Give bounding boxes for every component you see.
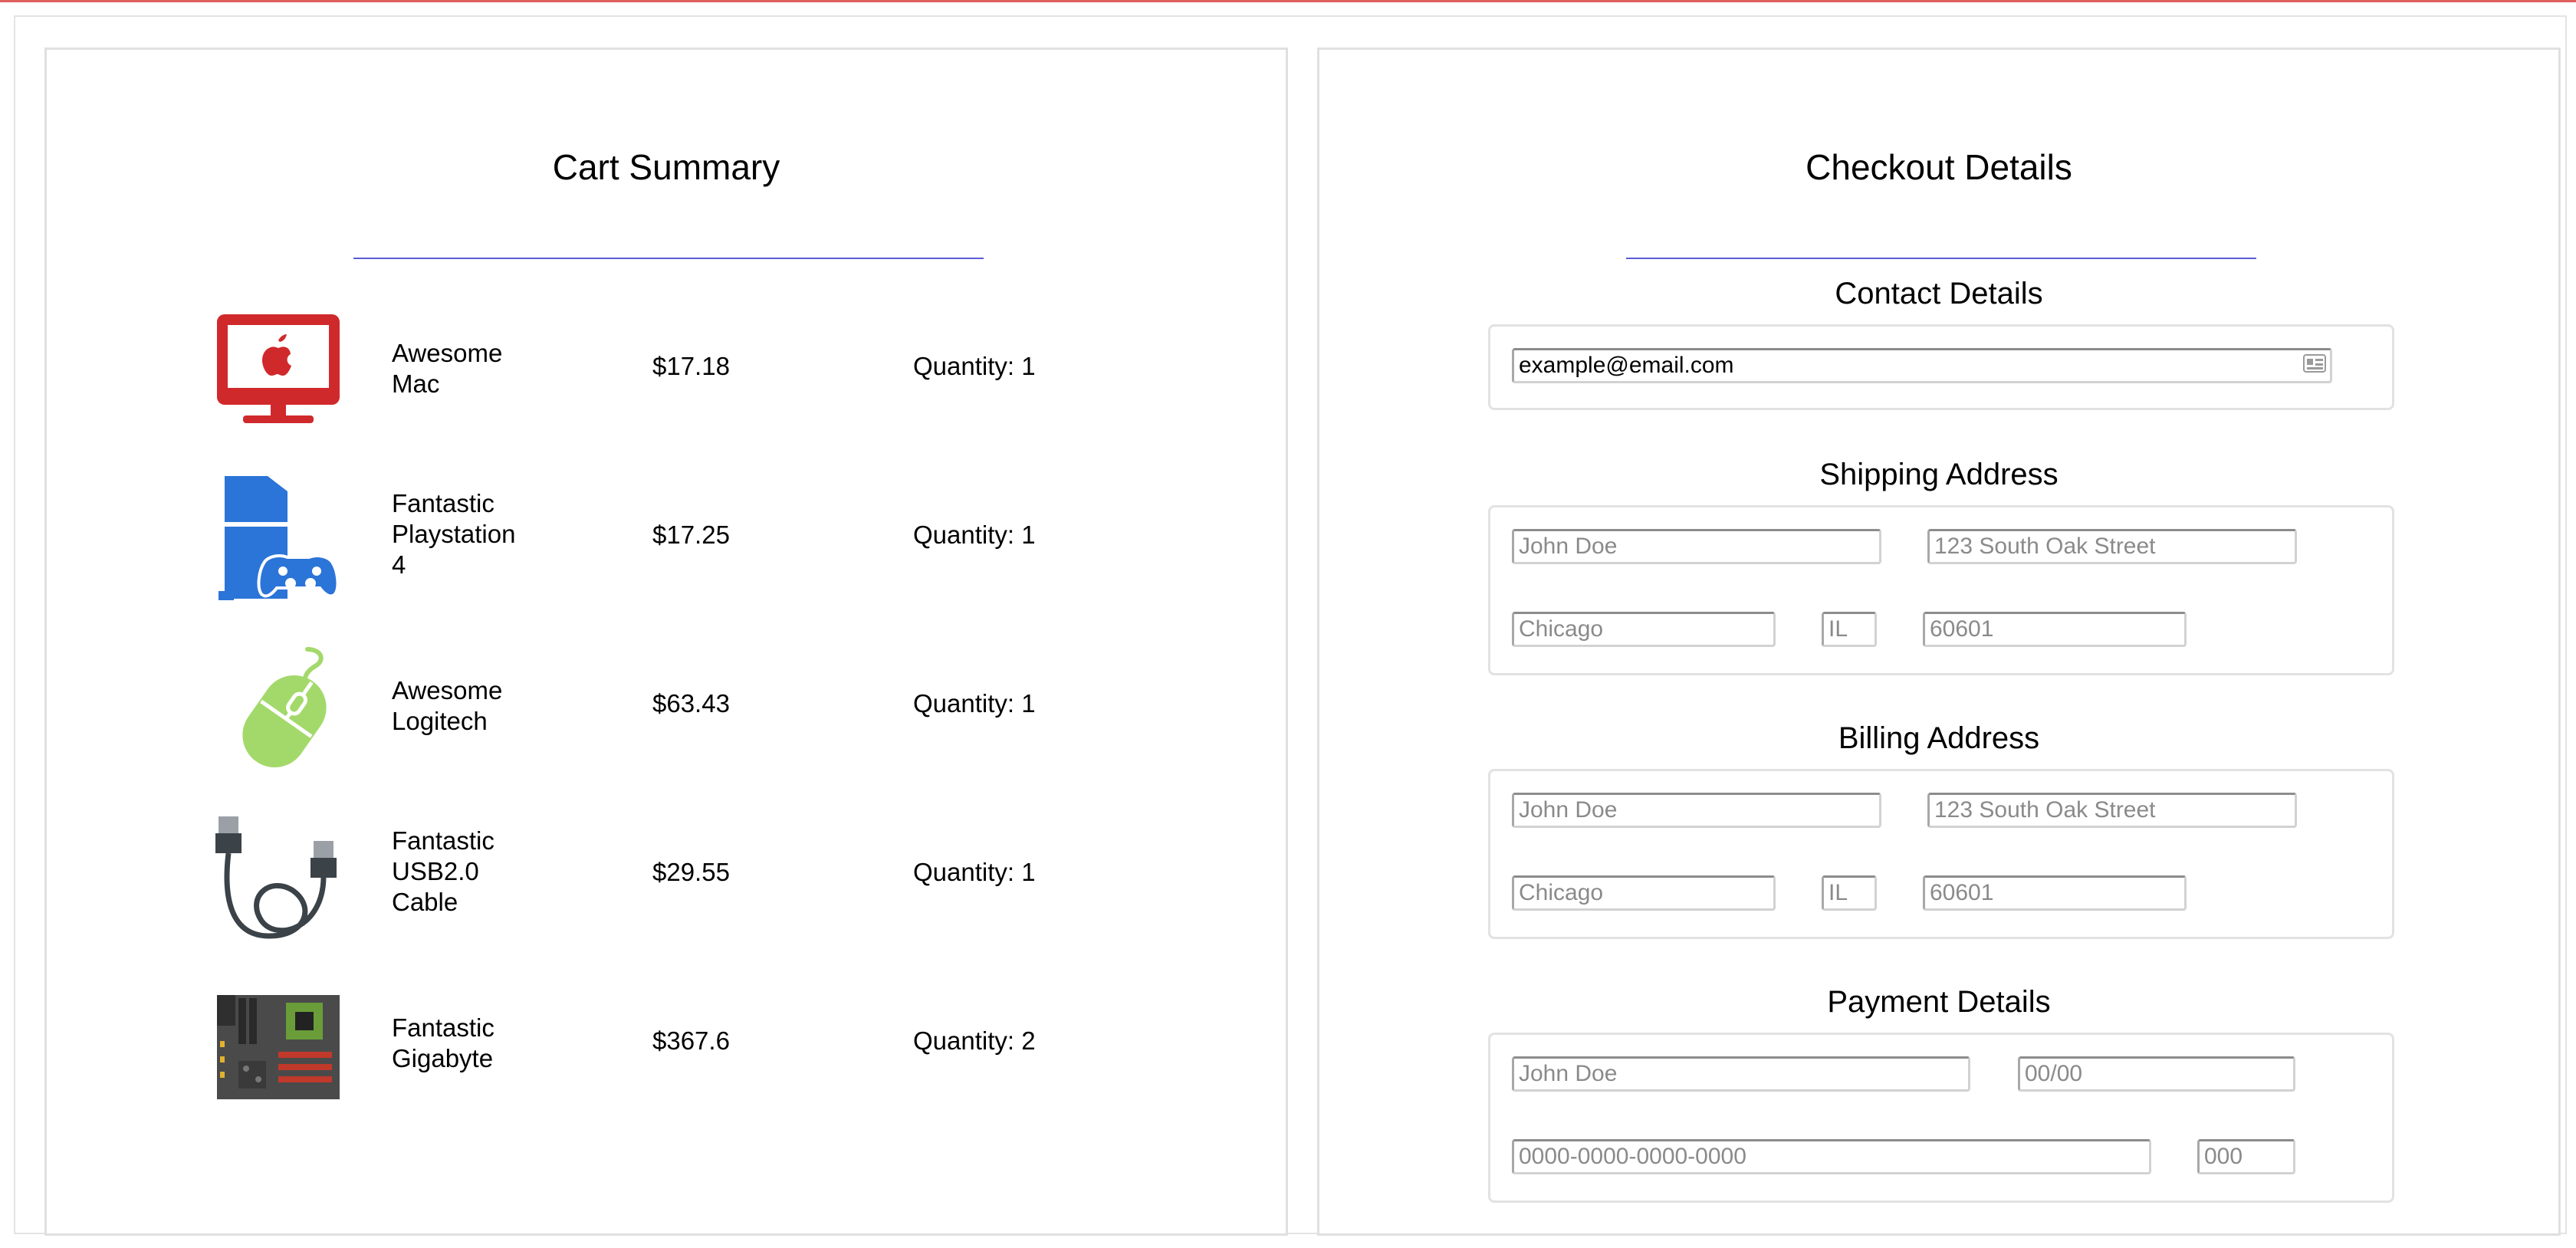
billing-street-field[interactable] — [1927, 793, 2297, 828]
shipping-city-field[interactable] — [1512, 612, 1776, 647]
item-price: $367.6 — [652, 1026, 730, 1055]
cart-summary-panel: Cart Summary Awesome Mac $17.18 Quantity:… — [44, 48, 1288, 1236]
cart-item: Awesome Mac $17.18 Quantity: 1 — [215, 307, 1135, 445]
billing-name-field[interactable] — [1512, 793, 1881, 828]
item-name: Fantastic Playstation 4 — [392, 489, 516, 579]
item-name: Awesome Logitech — [392, 676, 503, 735]
item-quantity: Quantity: 1 — [913, 521, 1036, 549]
payment-details-fieldset — [1488, 1033, 2394, 1203]
billing-address-heading: Billing Address — [1838, 721, 2040, 755]
motherboard-icon — [217, 995, 340, 1099]
cart-item: Fantastic Gigabyte $367.6 Quantity: 2 — [215, 982, 1135, 1120]
usb-cable-icon — [215, 816, 337, 939]
item-name: Awesome Mac — [392, 339, 503, 398]
checkout-details-title: Checkout Details — [1806, 147, 2072, 187]
contact-details-heading: Contact Details — [1835, 277, 2043, 310]
item-quantity: Quantity: 1 — [913, 689, 1036, 718]
cart-item: Fantastic Playstation 4 $17.25 Quantity: 1 — [215, 476, 1135, 614]
checkout-title-underline — [1626, 258, 2256, 259]
cart-item: Fantastic USB2.0 Cable $29.55 Quantity: 1 — [215, 813, 1135, 951]
imac-icon — [217, 314, 340, 423]
item-price: $17.25 — [652, 521, 730, 549]
billing-zip-field[interactable] — [1923, 875, 2187, 911]
shipping-address-heading: Shipping Address — [1819, 458, 2058, 491]
autofill-contact-icon[interactable] — [2303, 354, 2326, 373]
card-cvv-field[interactable] — [2197, 1139, 2295, 1174]
item-price: $63.43 — [652, 689, 730, 718]
cardholder-name-field[interactable] — [1512, 1056, 1970, 1092]
cart-item: Awesome Logitech $63.43 Quantity: 1 — [215, 645, 1135, 783]
billing-city-field[interactable] — [1512, 875, 1776, 911]
item-price: $17.18 — [652, 352, 730, 380]
item-quantity: Quantity: 1 — [913, 858, 1036, 886]
page-container: Cart Summary Awesome Mac $17.18 Quantity:… — [14, 15, 2567, 1236]
item-price: $29.55 — [652, 858, 730, 886]
billing-address-fieldset — [1488, 769, 2394, 939]
top-accent-rule — [0, 0, 2576, 2]
contact-details-fieldset — [1488, 324, 2394, 410]
card-number-field[interactable] — [1512, 1139, 2151, 1174]
shipping-address-fieldset — [1488, 505, 2394, 675]
billing-state-field[interactable] — [1822, 875, 1877, 911]
shipping-zip-field[interactable] — [1923, 612, 2187, 647]
shipping-name-field[interactable] — [1512, 529, 1881, 564]
checkout-details-panel: Checkout Details Contact Details Shippin… — [1317, 48, 2561, 1236]
email-field[interactable] — [1512, 348, 2332, 383]
item-quantity: Quantity: 2 — [913, 1026, 1036, 1055]
shipping-street-field[interactable] — [1927, 529, 2297, 564]
item-name: Fantastic USB2.0 Cable — [392, 826, 495, 916]
payment-details-heading: Payment Details — [1827, 985, 2051, 1019]
cart-title-underline — [353, 258, 984, 259]
mouse-icon — [242, 647, 327, 768]
item-quantity: Quantity: 1 — [913, 352, 1036, 380]
card-expiry-field[interactable] — [2018, 1056, 2295, 1092]
cart-summary-title: Cart Summary — [552, 147, 780, 187]
playstation-icon — [219, 476, 340, 600]
item-name: Fantastic Gigabyte — [392, 1013, 495, 1072]
shipping-state-field[interactable] — [1822, 612, 1877, 647]
